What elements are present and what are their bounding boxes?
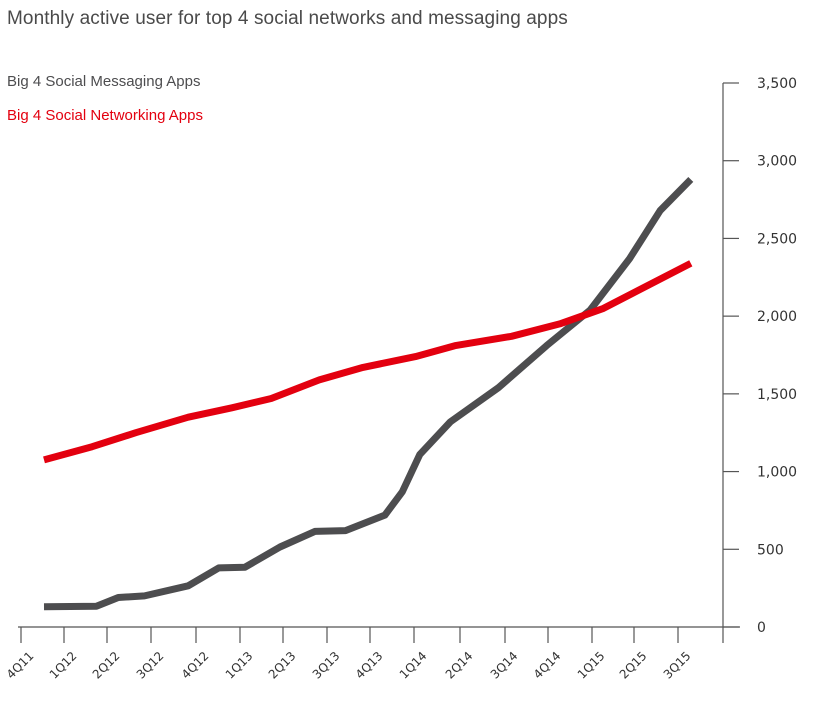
- x-tick-label: 3Q12: [134, 649, 167, 682]
- series-group: [43, 176, 694, 611]
- x-tick-label: 1Q12: [47, 649, 80, 682]
- y-tick-label: 2,000: [757, 309, 797, 325]
- x-tick-label: 3Q15: [661, 649, 694, 682]
- x-tick-label: 3Q13: [310, 649, 343, 682]
- tick-labels: 0 500 1,000 1,500 2,000 2,500 3,000 3,500 4Q11 1Q…: [4, 76, 797, 682]
- y-tick-label: 500: [757, 542, 784, 558]
- x-tick-label: 2Q14: [443, 649, 476, 682]
- x-tick-label: 4Q12: [179, 649, 212, 682]
- line-chart: 0 500 1,000 1,500 2,000 2,500 3,000 3,500 4Q11 1Q…: [4, 76, 797, 682]
- y-tick-label: 0: [757, 620, 766, 636]
- x-tick-label: 2Q15: [617, 649, 650, 682]
- y-tick-label: 3,000: [757, 154, 797, 170]
- x-tick-label: 1Q15: [575, 649, 608, 682]
- y-tick-label: 1,500: [757, 387, 797, 403]
- x-tick-label: 4Q11: [4, 649, 37, 682]
- x-tick-label: 4Q13: [353, 649, 386, 682]
- series-line-networking: [43, 260, 693, 464]
- y-tick-label: 3,500: [757, 76, 797, 92]
- series-line-messaging: [43, 176, 694, 611]
- x-tick-label: 4Q14: [531, 649, 564, 682]
- y-tick-label: 1,000: [757, 465, 797, 481]
- x-tick-label: 2Q12: [90, 649, 123, 682]
- y-tick-label: 2,500: [757, 231, 797, 247]
- x-tick-label: 2Q13: [266, 649, 299, 682]
- x-tick-label: 1Q13: [223, 649, 256, 682]
- x-tick-label: 3Q14: [488, 649, 521, 682]
- x-tick-label: 1Q14: [397, 649, 430, 682]
